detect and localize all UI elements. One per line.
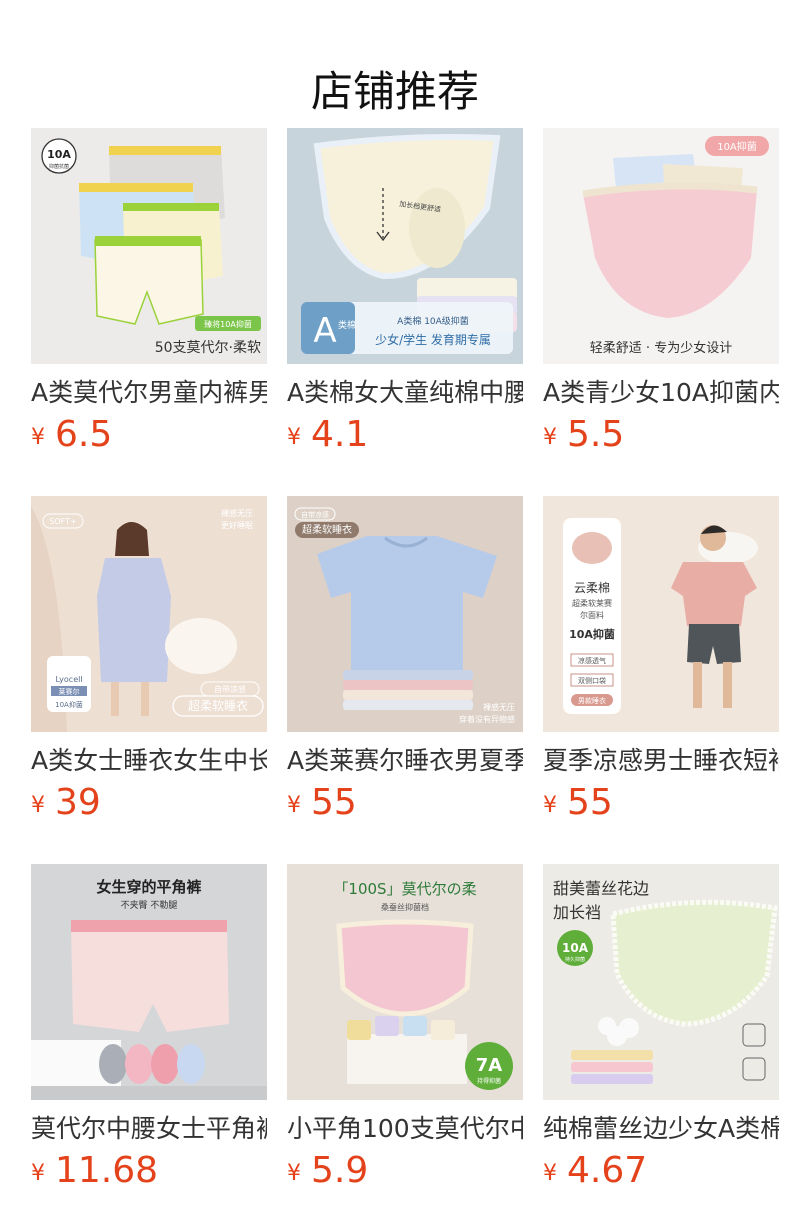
product-image[interactable]: 加长档更舒适 A 类棉 A类棉 10A级抑菌 少女/学生 发育期专属 [287,128,523,364]
price-row: ¥55 [287,783,357,823]
price-row: ¥6.5 [31,415,112,455]
product-name[interactable]: 莫代尔中腰女士平角裤 [31,1112,267,1146]
image-badge-sub: 持久抑菌 [565,956,585,963]
image-line2: 少女/学生 发育期专属 [375,332,491,347]
image-headline: 「100S」莫代尔の柔 [333,880,476,898]
product-name[interactable]: 小平角100支莫代尔中腰 [287,1112,523,1146]
section-title: 店铺推荐 [310,67,479,117]
image-caption: 轻柔舒适 · 专为少女设计 [590,340,732,356]
product-image[interactable]: 女生穿的平角裤 不夹臀 不勒腿 [31,864,267,1100]
currency-symbol: ¥ [31,425,45,450]
image-headline: 女生穿的平角裤 [96,878,201,896]
image-line1: A类棉 10A级抑菌 [397,315,469,327]
product-name[interactable]: A类青少女10A抑菌内裤 [543,376,779,410]
price-row: ¥39 [31,783,101,823]
currency-symbol: ¥ [543,1161,557,1186]
image-badge-sub: 持得抑菌 [477,1077,501,1085]
pill-small: 自带凉感 [214,684,246,694]
product-price: 4.1 [311,414,369,455]
price-row: ¥4.1 [287,415,368,455]
image-caption: 50支莫代尔·柔软 [155,340,261,356]
product-name[interactable]: A类棉女大童纯棉中腰 [287,376,523,410]
pill-big: 超柔软睡衣 [188,698,248,713]
product-image[interactable]: 甜美蕾丝花边 加长裆 10A 持久抑菌 [543,864,779,1100]
brand-sub2: 10A抑菌 [55,700,83,709]
product-price: 11.68 [55,1150,159,1191]
image-sub: 不夹臀 不勒腿 [121,899,178,911]
price-row: ¥5.5 [543,415,624,455]
currency-symbol: ¥ [543,425,557,450]
image-note1: 裸感无压 [483,702,515,712]
price-row: ¥4.67 [543,1151,647,1191]
image-tag: 臻将10A抑菌 [204,319,252,329]
product-name[interactable]: 夏季凉感男士睡衣短袖 [543,744,779,778]
product-name[interactable]: 纯棉蕾丝边少女A类棉 [543,1112,779,1146]
currency-symbol: ¥ [287,793,301,818]
product-price: 4.67 [567,1150,648,1191]
product-price: 6.5 [55,414,113,455]
product-price: 55 [567,782,613,823]
price-row: ¥11.68 [31,1151,158,1191]
image-tag2: 超柔软睡衣 [302,523,352,536]
image-note1: 裸感无压 [221,508,253,518]
product-image[interactable]: 自带凉感 超柔软睡衣 裸感无压 穿着没有异物感 [287,496,523,732]
badge-subtext: 抑菌抗菌 [49,163,69,170]
currency-symbol: ¥ [287,1161,301,1186]
brand-sub1: 莱赛尔 [59,687,80,696]
label-line2: 尔面料 [580,610,604,620]
currency-symbol: ¥ [31,793,45,818]
label-button: 男款睡衣 [578,696,606,705]
image-headline2: 加长裆 [553,903,601,922]
currency-symbol: ¥ [287,425,301,450]
image-badge: 7A [476,1055,503,1076]
product-name[interactable]: A类莫代尔男童内裤男 [31,376,267,410]
image-note2: 更好睡眠 [221,520,253,530]
brand-name: Lyocell [55,675,82,684]
currency-symbol: ¥ [31,1161,45,1186]
product-name[interactable]: A类莱赛尔睡衣男夏季 [287,744,523,778]
label-line1: 超柔软莱赛 [572,598,612,608]
product-image[interactable]: 云柔棉 超柔软莱赛 尔面料 10A抑菌 凉感透气 双侧口袋 男款睡衣 [543,496,779,732]
image-badge: 10A [562,941,589,955]
product-price: 5.5 [567,414,625,455]
image-badge: 10A抑菌 [717,141,757,153]
image-note2: 穿着没有异物感 [459,714,515,724]
stamp-small: 类棉 [338,319,356,331]
label-big: 10A抑菌 [569,627,615,641]
product-image[interactable]: 10A 抑菌抗菌 臻将10A抑菌 50支莫代尔·柔软 [31,128,267,364]
label-title: 云柔棉 [574,581,610,595]
product-image[interactable]: 10A抑菌 轻柔舒适 · 专为少女设计 [543,128,779,364]
image-headline1: 甜美蕾丝花边 [553,879,649,898]
product-price: 5.9 [311,1150,369,1191]
price-row: ¥55 [543,783,613,823]
product-image[interactable]: 「100S」莫代尔の柔 桑蚕丝抑菌档 7A 持得抑菌 [287,864,523,1100]
price-row: ¥5.9 [287,1151,368,1191]
badge-text: 10A [47,148,71,161]
image-sub: 桑蚕丝抑菌档 [381,902,429,912]
feature2: 双侧口袋 [578,676,606,685]
stamp-big: A [313,311,336,351]
feature1: 凉感透气 [578,656,606,665]
currency-symbol: ¥ [543,793,557,818]
image-tag1: 自带凉感 [301,510,329,519]
product-price: 39 [55,782,101,823]
product-price: 55 [311,782,357,823]
image-tag: SOFT+ [49,517,76,526]
product-name[interactable]: A类女士睡衣女生中长款 [31,744,267,778]
product-image[interactable]: SOFT+ 裸感无压 更好睡眠 Lyocell 莱赛尔 10A抑菌 自带凉感 超… [31,496,267,732]
